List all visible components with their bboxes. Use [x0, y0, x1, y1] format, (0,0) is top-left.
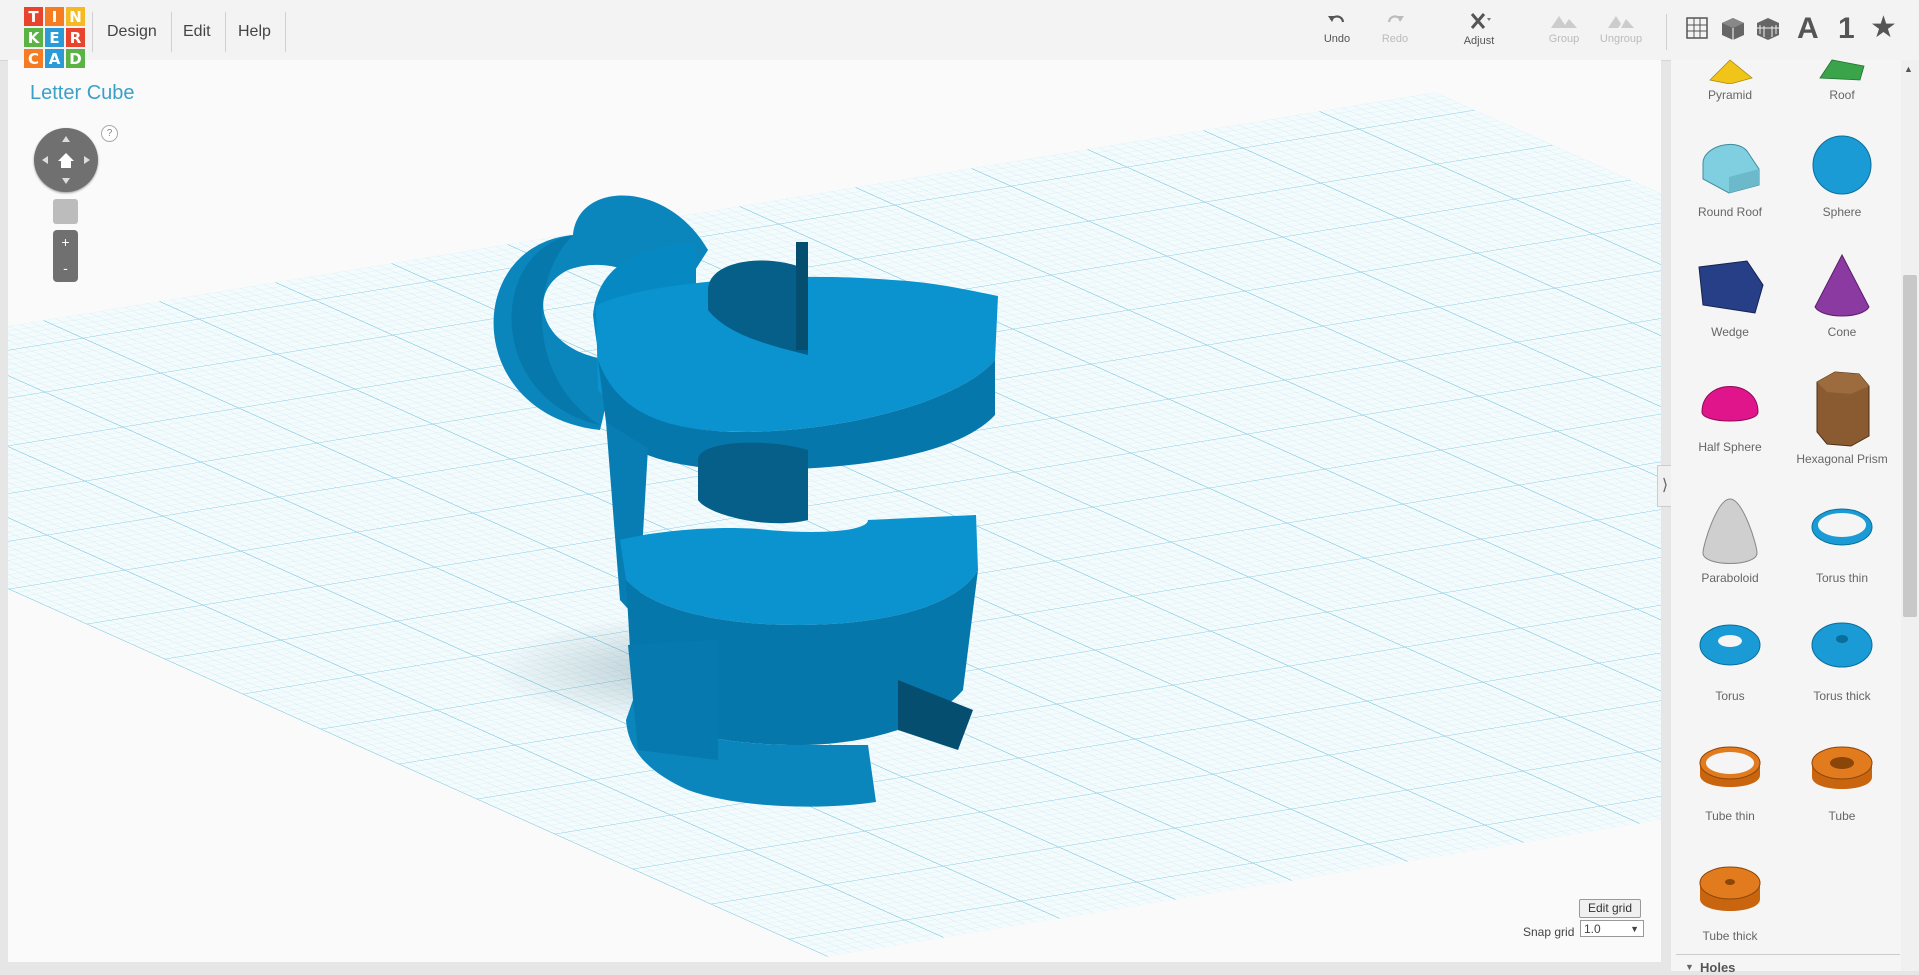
logo-letter: A — [45, 49, 64, 68]
pyramid-icon — [1709, 59, 1753, 84]
toolbar-divider — [1666, 14, 1667, 50]
holes-section-header[interactable]: Holes — [1700, 960, 1735, 975]
3d-scene[interactable] — [8, 60, 1661, 962]
wedge-icon — [1698, 260, 1764, 314]
logo-letter: C — [24, 49, 43, 68]
adjust-button[interactable]: Adjust — [1449, 12, 1509, 47]
tinkercad-logo[interactable]: T I N K E R C A D — [24, 7, 85, 68]
grid-view-icon[interactable] — [1685, 16, 1709, 40]
shape-torus-thin[interactable]: Torus thin — [1792, 497, 1892, 585]
roof-icon — [1819, 59, 1865, 81]
snap-grid-value: 1.0 — [1584, 922, 1601, 936]
undo-icon — [1328, 15, 1345, 23]
shape-tube[interactable]: Tube — [1792, 735, 1892, 823]
zoom-out-button[interactable]: - — [53, 256, 78, 282]
letters-icon[interactable]: A — [1797, 12, 1819, 46]
model-mid-hole — [698, 442, 808, 524]
shape-torus[interactable]: Torus — [1680, 615, 1780, 703]
logo-letter: D — [66, 49, 85, 68]
undo-label: Undo — [1323, 33, 1351, 45]
redo-icon — [1387, 15, 1404, 23]
round-roof-icon — [1702, 143, 1760, 194]
adjust-icon — [1470, 13, 1491, 29]
tube-thick-icon — [1699, 866, 1761, 911]
torus-thick-icon — [1811, 622, 1873, 668]
dropdown-arrow-icon: ▼ — [1630, 924, 1639, 934]
holes-divider — [1676, 954, 1900, 955]
tube-thin-icon — [1699, 746, 1761, 787]
ungroup-icon — [1608, 16, 1634, 28]
redo-label: Redo — [1381, 33, 1409, 45]
shape-tube-thick[interactable]: Tube thick — [1680, 855, 1780, 943]
logo-letter: I — [45, 7, 64, 26]
paraboloid-icon — [1702, 498, 1758, 564]
view-navigator[interactable] — [34, 128, 98, 192]
logo-letter: R — [66, 28, 85, 47]
grid-plane — [8, 92, 1661, 957]
shape-torus-thick[interactable]: Torus thick — [1792, 615, 1892, 703]
menu-help[interactable]: Help — [224, 12, 286, 52]
shape-paraboloid[interactable]: Paraboloid — [1680, 497, 1780, 585]
numbers-icon[interactable]: 1 — [1838, 12, 1855, 46]
shape-half-sphere[interactable]: Half Sphere — [1680, 368, 1780, 454]
model-base-left — [628, 640, 718, 760]
half-sphere-icon — [1701, 386, 1759, 422]
hexagonal-prism-icon — [1816, 371, 1870, 447]
shape-hexagonal-prism[interactable]: Hexagonal Prism — [1792, 368, 1892, 466]
edit-grid-button[interactable]: Edit grid — [1579, 899, 1642, 918]
sphere-icon — [1812, 135, 1872, 195]
menu-edit[interactable]: Edit — [169, 12, 226, 52]
logo-letter: K — [24, 28, 43, 47]
workplane-canvas[interactable] — [8, 60, 1661, 962]
shape-round-roof[interactable]: Round Roof — [1680, 133, 1780, 219]
shape-sphere[interactable]: Sphere — [1792, 133, 1892, 219]
logo-letter: N — [66, 7, 85, 26]
ungroup-button[interactable]: Ungroup — [1591, 12, 1651, 45]
shape-wedge[interactable]: Wedge — [1680, 253, 1780, 339]
cone-icon — [1814, 253, 1870, 317]
scrollbar-thumb[interactable] — [1903, 275, 1917, 617]
redo-button[interactable]: Redo — [1365, 12, 1425, 45]
adjust-label: Adjust — [1463, 35, 1495, 47]
logo-letter: E — [45, 28, 64, 47]
zoom-in-button[interactable]: + — [53, 230, 78, 256]
shape-tube-thin[interactable]: Tube thin — [1680, 735, 1780, 823]
group-button[interactable]: Group — [1534, 12, 1594, 45]
shape-cone[interactable]: Cone — [1792, 253, 1892, 339]
torus-thin-icon — [1811, 508, 1873, 546]
model-slot — [796, 242, 808, 350]
logo-letter: T — [24, 7, 43, 26]
zoom-control[interactable]: + - — [53, 230, 78, 282]
group-icon — [1551, 16, 1577, 28]
favorites-icon[interactable]: ★ — [1870, 10, 1897, 45]
help-button[interactable]: ? — [101, 125, 118, 142]
snap-grid-label: Snap grid — [1523, 925, 1575, 939]
torus-icon — [1699, 624, 1761, 666]
group-label: Group — [1548, 33, 1580, 45]
menu-design[interactable]: Design — [92, 12, 172, 52]
scroll-up-arrow-icon[interactable]: ▲ — [1904, 64, 1913, 74]
snap-grid-select[interactable]: 1.0 ▼ — [1580, 920, 1644, 937]
undo-button[interactable]: Undo — [1307, 12, 1367, 45]
shape-roof[interactable]: Roof — [1792, 44, 1892, 102]
collapse-sidebar-button[interactable]: ⟩ — [1657, 465, 1672, 507]
shape-pyramid[interactable]: Pyramid — [1680, 44, 1780, 102]
tube-icon — [1811, 746, 1873, 789]
home-icon[interactable] — [34, 128, 98, 192]
box-view-icon[interactable] — [1720, 16, 1746, 42]
ungroup-label: Ungroup — [1599, 33, 1643, 45]
ortho-view-button[interactable] — [53, 199, 78, 224]
wireframe-box-icon[interactable] — [1755, 16, 1781, 42]
design-title[interactable]: Letter Cube — [30, 82, 135, 105]
